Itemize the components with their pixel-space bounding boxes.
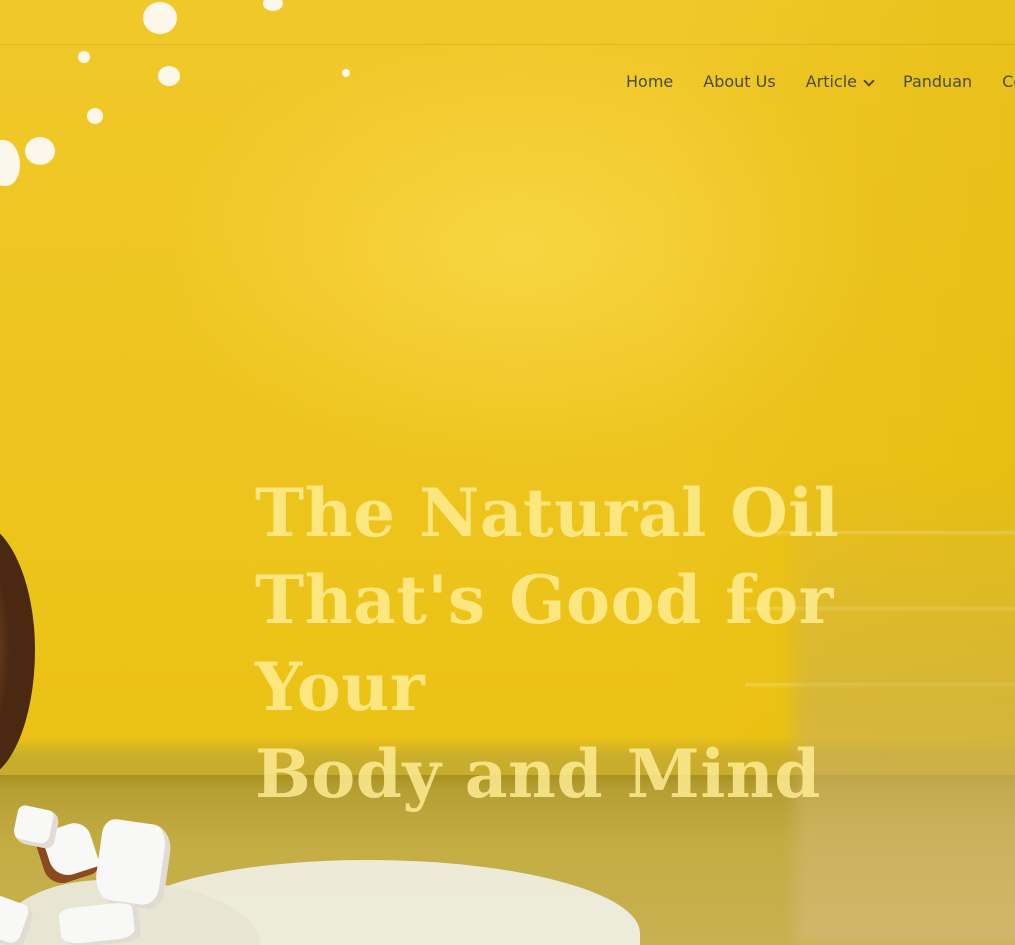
coconut-chunk [92,817,174,912]
chevron-down-icon [863,74,875,87]
nav-item-label: About Us [703,72,776,91]
milk-drop [0,140,20,186]
milk-drop [158,66,180,86]
hero-headline: The Natural Oil That's Good for Your Bod… [255,470,995,818]
nav-item-label: Home [626,72,674,91]
nav-item-label: Co [1002,72,1015,91]
coconut-half-image [0,520,35,780]
nav-item-label: Panduan [903,72,973,91]
headline-line: That's Good for Your [255,561,834,726]
top-bar [0,0,1015,45]
main-navigation: Home About Us Article Panduan Co [626,71,1015,93]
nav-item-about-us[interactable]: About Us [703,71,775,93]
nav-item-label: Article [805,72,858,91]
nav-item-home[interactable]: Home [626,71,673,93]
nav-item-contact[interactable]: Co [1002,71,1015,93]
milk-drop [25,137,55,165]
coconut-chunk [58,900,142,945]
milk-drop [342,69,350,77]
nav-item-panduan[interactable]: Panduan [903,71,972,93]
headline-line: The Natural Oil [255,474,840,552]
milk-drop [87,108,103,124]
nav-item-article[interactable]: Article [805,71,875,93]
headline-line: Body and Mind [255,735,821,813]
milk-drop [78,51,90,63]
